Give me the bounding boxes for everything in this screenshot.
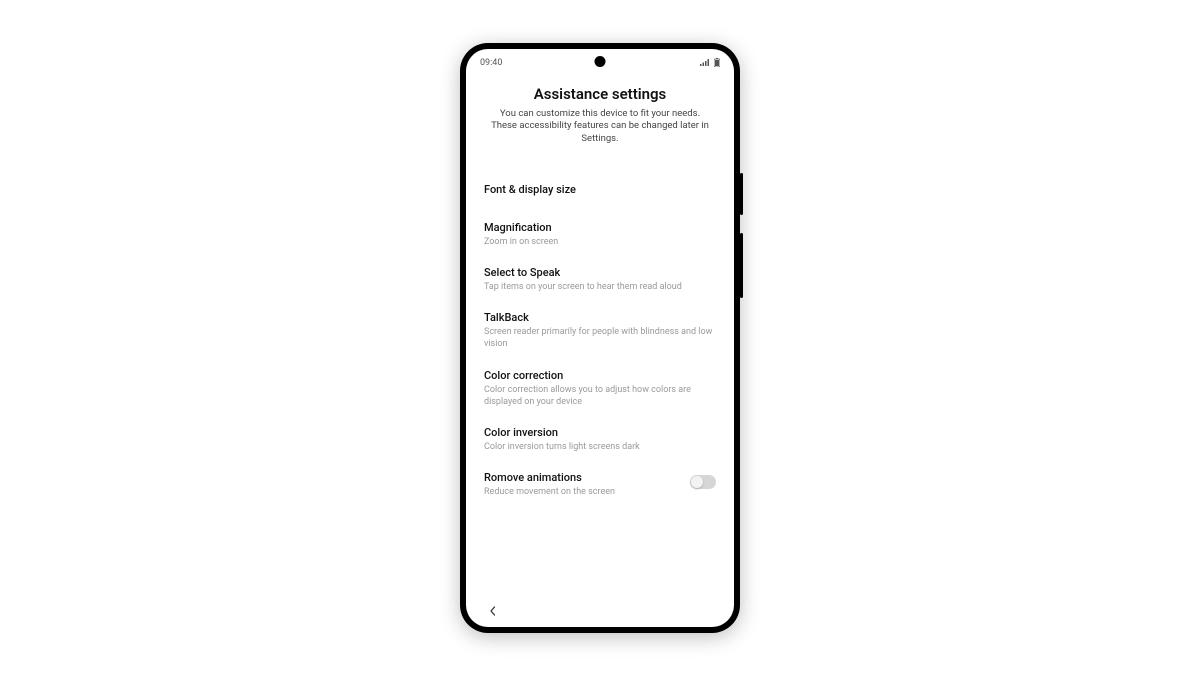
setting-talkback[interactable]: TalkBack Screen reader primarily for peo…: [484, 302, 716, 359]
back-button[interactable]: [484, 602, 502, 620]
phone-side-button: [740, 233, 743, 298]
setting-desc: Screen reader primarily for people with …: [484, 326, 716, 350]
setting-desc: Color correction allows you to adjust ho…: [484, 384, 716, 408]
setting-title: Color correction: [484, 369, 716, 382]
settings-list: Font & display size Magnification Zoom i…: [484, 174, 716, 507]
signal-icon: [700, 59, 710, 67]
status-time: 09:40: [480, 58, 502, 68]
chevron-left-icon: [488, 606, 498, 616]
status-icons: [700, 58, 720, 67]
navigation-bar: [466, 595, 734, 627]
setting-title: Select to Speak: [484, 266, 716, 279]
page-subtitle: You can customize this device to fit you…: [484, 108, 716, 146]
content-area: Assistance settings You can customize th…: [466, 75, 734, 595]
camera-punch-hole: [595, 56, 606, 67]
toggle-switch[interactable]: [690, 475, 716, 489]
setting-remove-animations[interactable]: Romove animations Reduce movement on the…: [484, 462, 716, 507]
setting-title: TalkBack: [484, 311, 716, 324]
phone-frame: 09:40 Assistance settings You can custom…: [460, 43, 740, 633]
setting-title: Romove animations: [484, 471, 680, 484]
setting-title: Color inversion: [484, 426, 716, 439]
setting-title: Magnification: [484, 221, 716, 234]
setting-select-to-speak[interactable]: Select to Speak Tap items on your screen…: [484, 257, 716, 302]
setting-desc: Reduce movement on the screen: [484, 486, 680, 498]
toggle-knob: [691, 476, 703, 488]
phone-screen: 09:40 Assistance settings You can custom…: [466, 49, 734, 627]
setting-color-inversion[interactable]: Color inversion Color inversion turns li…: [484, 417, 716, 462]
setting-desc: Color inversion turns light screens dark: [484, 441, 716, 453]
page-title: Assistance settings: [484, 85, 716, 103]
setting-desc: Tap items on your screen to hear them re…: [484, 281, 716, 293]
phone-side-button: [740, 173, 743, 215]
setting-desc: Zoom in on screen: [484, 236, 716, 248]
setting-magnification[interactable]: Magnification Zoom in on screen: [484, 212, 716, 257]
setting-color-correction[interactable]: Color correction Color correction allows…: [484, 360, 716, 417]
setting-font-display-size[interactable]: Font & display size: [484, 174, 716, 212]
setting-title: Font & display size: [484, 183, 716, 196]
battery-icon: [714, 58, 720, 67]
